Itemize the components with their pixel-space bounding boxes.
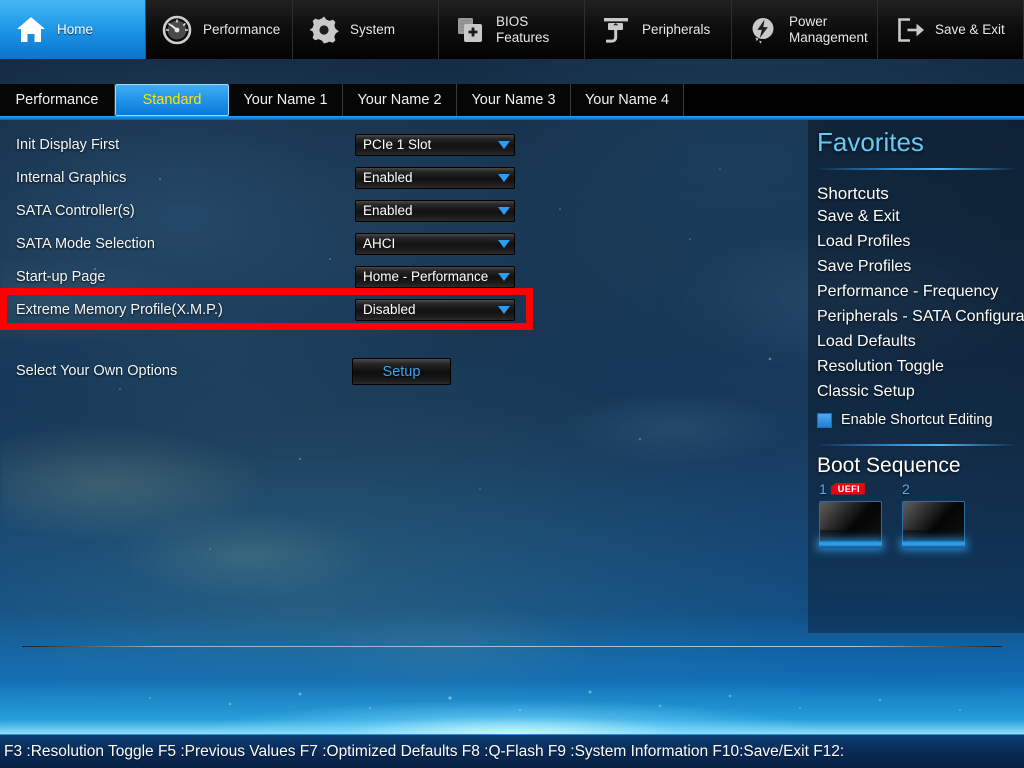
- nav-item-label: Home: [57, 21, 94, 37]
- shortcut-item[interactable]: Performance - Frequency: [808, 279, 1024, 304]
- main-navigation-bar: Home Performance System BIOS Features Periph…: [0, 0, 1024, 59]
- setting-label: Extreme Memory Profile(X.M.P.): [16, 301, 223, 318]
- setting-label: SATA Mode Selection: [16, 235, 155, 252]
- nav-item-label: Save & Exit: [935, 21, 1005, 37]
- shortcut-item[interactable]: Classic Setup: [808, 379, 1024, 404]
- home-icon: [14, 13, 48, 47]
- setting-dropdown-internal-graphics[interactable]: Enabled: [355, 166, 515, 189]
- chevron-down-icon[interactable]: [494, 168, 514, 188]
- hotkey-hints: F3 :Resolution Toggle F5 :Previous Value…: [4, 742, 845, 760]
- content-divider: [22, 646, 1002, 647]
- nav-item-label: System: [350, 21, 396, 37]
- shortcut-item[interactable]: Load Defaults: [808, 329, 1024, 354]
- exit-door-icon: [892, 13, 926, 47]
- shortcut-list: Save & Exit Load Profiles Save Profiles Per…: [808, 204, 1024, 404]
- nav-item-system[interactable]: System: [293, 0, 439, 59]
- setting-dropdown-sata-mode-selection[interactable]: AHCI: [355, 232, 515, 255]
- settings-list: Init Display First PCIe 1 Slot Internal Gr…: [0, 128, 800, 326]
- setting-row-sata-mode-selection[interactable]: SATA Mode Selection AHCI: [0, 227, 800, 260]
- tab-your-name-4[interactable]: Your Name 4: [571, 84, 684, 116]
- nav-item-home[interactable]: Home: [0, 0, 146, 59]
- setting-label: SATA Controller(s): [16, 202, 135, 219]
- power-bolt-icon: [746, 13, 780, 47]
- setting-value: Home - Performance: [363, 269, 489, 284]
- peripherals-icon: [599, 13, 633, 47]
- shortcut-item[interactable]: Peripherals - SATA Configuration: [808, 304, 1024, 329]
- nav-item-label: Peripherals: [642, 21, 711, 37]
- hotkey-footer-bar: F3 :Resolution Toggle F5 :Previous Value…: [0, 734, 1024, 768]
- nav-item-label: Performance: [203, 21, 281, 37]
- chevron-down-icon[interactable]: [494, 300, 514, 320]
- boot-device-2[interactable]: 2: [902, 480, 965, 548]
- chevron-down-icon[interactable]: [494, 234, 514, 254]
- select-your-own-options-label: Select Your Own Options: [16, 363, 178, 379]
- shortcut-item[interactable]: Save & Exit: [808, 204, 1024, 229]
- setting-dropdown-init-display-first[interactable]: PCIe 1 Slot: [355, 133, 515, 156]
- setting-row-start-up-page[interactable]: Start-up Page Home - Performance: [0, 260, 800, 293]
- setting-row-sata-controller-s[interactable]: SATA Controller(s) Enabled: [0, 194, 800, 227]
- nav-item-label: Power Management: [789, 14, 868, 45]
- boot-sequence-items: 1 UEFI 2: [808, 478, 1024, 548]
- boot-device-number: 2: [902, 480, 910, 497]
- boot-device-1[interactable]: 1 UEFI: [819, 480, 882, 548]
- setting-row-internal-graphics[interactable]: Internal Graphics Enabled: [0, 161, 800, 194]
- uefi-badge: UEFI: [830, 482, 865, 495]
- chevron-down-icon[interactable]: [494, 135, 514, 155]
- nav-item-save-exit[interactable]: Save & Exit: [878, 0, 1024, 59]
- setting-label: Start-up Page: [16, 268, 106, 285]
- setting-dropdown-start-up-page[interactable]: Home - Performance: [355, 265, 515, 288]
- nav-item-peripherals[interactable]: Peripherals: [585, 0, 732, 59]
- tab-your-name-1[interactable]: Your Name 1: [229, 84, 343, 116]
- setting-value: Disabled: [363, 302, 416, 317]
- bios-chip-icon: [453, 13, 487, 47]
- setting-dropdown-extreme-memory-profile-x-m-p[interactable]: Disabled: [355, 298, 515, 321]
- tab-bar-underline: [0, 116, 1024, 120]
- shortcut-item[interactable]: Resolution Toggle: [808, 354, 1024, 379]
- boot-device-number: 1: [819, 480, 827, 497]
- setting-row-init-display-first[interactable]: Init Display First PCIe 1 Slot: [0, 128, 800, 161]
- nav-item-bios-features[interactable]: BIOS Features: [439, 0, 585, 59]
- bios-setup-screen: Home Performance System BIOS Features Periph…: [0, 0, 1024, 768]
- shortcuts-heading: Shortcuts: [817, 184, 889, 203]
- drive-icon: [819, 501, 882, 548]
- drive-icon: [902, 501, 965, 548]
- tab-performance[interactable]: Performance: [0, 84, 115, 116]
- shortcut-item[interactable]: Load Profiles: [808, 229, 1024, 254]
- setting-value: PCIe 1 Slot: [363, 137, 432, 152]
- nav-item-label: BIOS Features: [496, 14, 550, 45]
- setting-value: AHCI: [363, 236, 396, 251]
- chevron-down-icon[interactable]: [494, 267, 514, 287]
- setting-label: Internal Graphics: [16, 169, 127, 186]
- setting-label: Init Display First: [16, 136, 120, 153]
- tab-your-name-2[interactable]: Your Name 2: [343, 84, 457, 116]
- favorites-panel: Favorites Shortcuts Save & Exit Load Prof…: [808, 118, 1024, 633]
- nav-item-performance[interactable]: Performance: [146, 0, 293, 59]
- tab-standard[interactable]: Standard: [115, 84, 229, 116]
- setting-value: Enabled: [363, 170, 413, 185]
- chevron-down-icon[interactable]: [494, 201, 514, 221]
- checkbox-icon[interactable]: [817, 412, 832, 428]
- setup-button[interactable]: Setup: [352, 358, 451, 385]
- boot-sequence-title: Boot Sequence: [817, 454, 961, 477]
- nav-item-power-management[interactable]: Power Management: [732, 0, 878, 59]
- profile-tab-bar: Performance Standard Your Name 1 Your Name …: [0, 84, 1024, 116]
- shortcut-item[interactable]: Save Profiles: [808, 254, 1024, 279]
- select-your-own-options-row: Select Your Own Options Setup: [0, 358, 800, 390]
- favorites-title: Favorites: [817, 127, 924, 157]
- enable-shortcut-editing-label: Enable Shortcut Editing: [841, 412, 993, 428]
- tab-your-name-3[interactable]: Your Name 3: [457, 84, 571, 116]
- gear-icon: [307, 13, 341, 47]
- setting-value: Enabled: [363, 203, 413, 218]
- gauge-icon: [160, 13, 194, 47]
- background-horizon-specks: [0, 684, 1024, 724]
- setting-dropdown-sata-controller-s[interactable]: Enabled: [355, 199, 515, 222]
- enable-shortcut-editing-row[interactable]: Enable Shortcut Editing: [808, 404, 1024, 428]
- setting-row-extreme-memory-profile-x-m-p[interactable]: Extreme Memory Profile(X.M.P.) Disabled: [0, 293, 800, 326]
